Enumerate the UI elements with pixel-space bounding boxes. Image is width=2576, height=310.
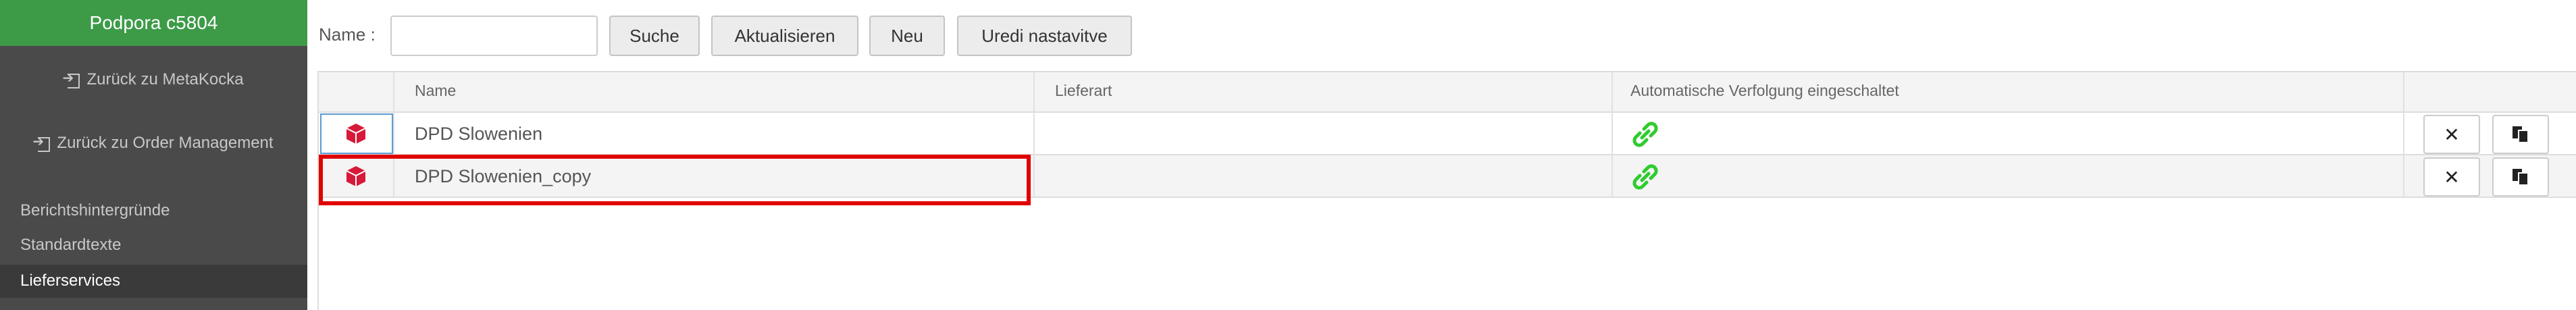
sign-out-icon [32,133,51,152]
copy-icon [2513,169,2529,186]
sign-out-icon [62,70,81,88]
column-header-name[interactable]: Name [415,82,456,100]
column-header-auto-tracking[interactable]: Automatische Verfolgung eingeschaltet [1630,82,1899,100]
column-header-delivery-type[interactable]: Lieferart [1055,82,1112,100]
link-icon [1632,122,1658,147]
copy-button[interactable] [2492,157,2549,197]
name-filter-label: Name : [319,24,376,45]
table-row[interactable]: DPD Slowenien ✕ [319,113,2576,155]
sidebar-item-berichtshintergruende[interactable]: Berichtshintergründe [20,201,170,220]
sidebar-item-lieferservices[interactable]: Lieferservices [0,265,307,298]
highlight-box [319,155,1031,205]
delete-button[interactable]: ✕ [2423,157,2480,197]
search-button[interactable]: Suche [609,16,700,56]
package-icon [346,124,366,144]
back-to-metakocka-link[interactable]: Zurück zu MetaKocka [0,66,307,93]
sidebar: Podpora c5804 Zurück zu MetaKocka Zurück… [0,0,307,310]
close-icon: ✕ [2444,124,2460,145]
link-icon [1632,164,1658,190]
column-divider [1612,72,1613,197]
column-divider [1033,72,1035,197]
delete-button[interactable]: ✕ [2423,115,2480,154]
edit-settings-button[interactable]: Uredi nastavitve [957,16,1132,56]
sidebar-item-standardtexte[interactable]: Standardtexte [20,236,121,255]
back-to-order-management-label: Zurück zu Order Management [57,134,274,152]
refresh-button[interactable]: Aktualisieren [711,16,858,56]
row-name: DPD Slowenien [415,124,543,144]
new-button[interactable]: Neu [869,16,945,56]
back-to-order-management-link[interactable]: Zurück zu Order Management [0,130,307,157]
sidebar-title: Podpora c5804 [0,0,307,46]
grid-header: Name Lieferart Automatische Verfolgung e… [319,72,2576,113]
back-to-metakocka-label: Zurück zu MetaKocka [86,70,244,88]
copy-icon [2513,126,2529,143]
close-icon: ✕ [2444,166,2460,188]
sidebar-item-lieferservices-label: Lieferservices [20,272,121,290]
column-divider [2403,72,2404,197]
copy-button[interactable] [2492,115,2549,154]
name-filter-input[interactable] [390,16,598,56]
